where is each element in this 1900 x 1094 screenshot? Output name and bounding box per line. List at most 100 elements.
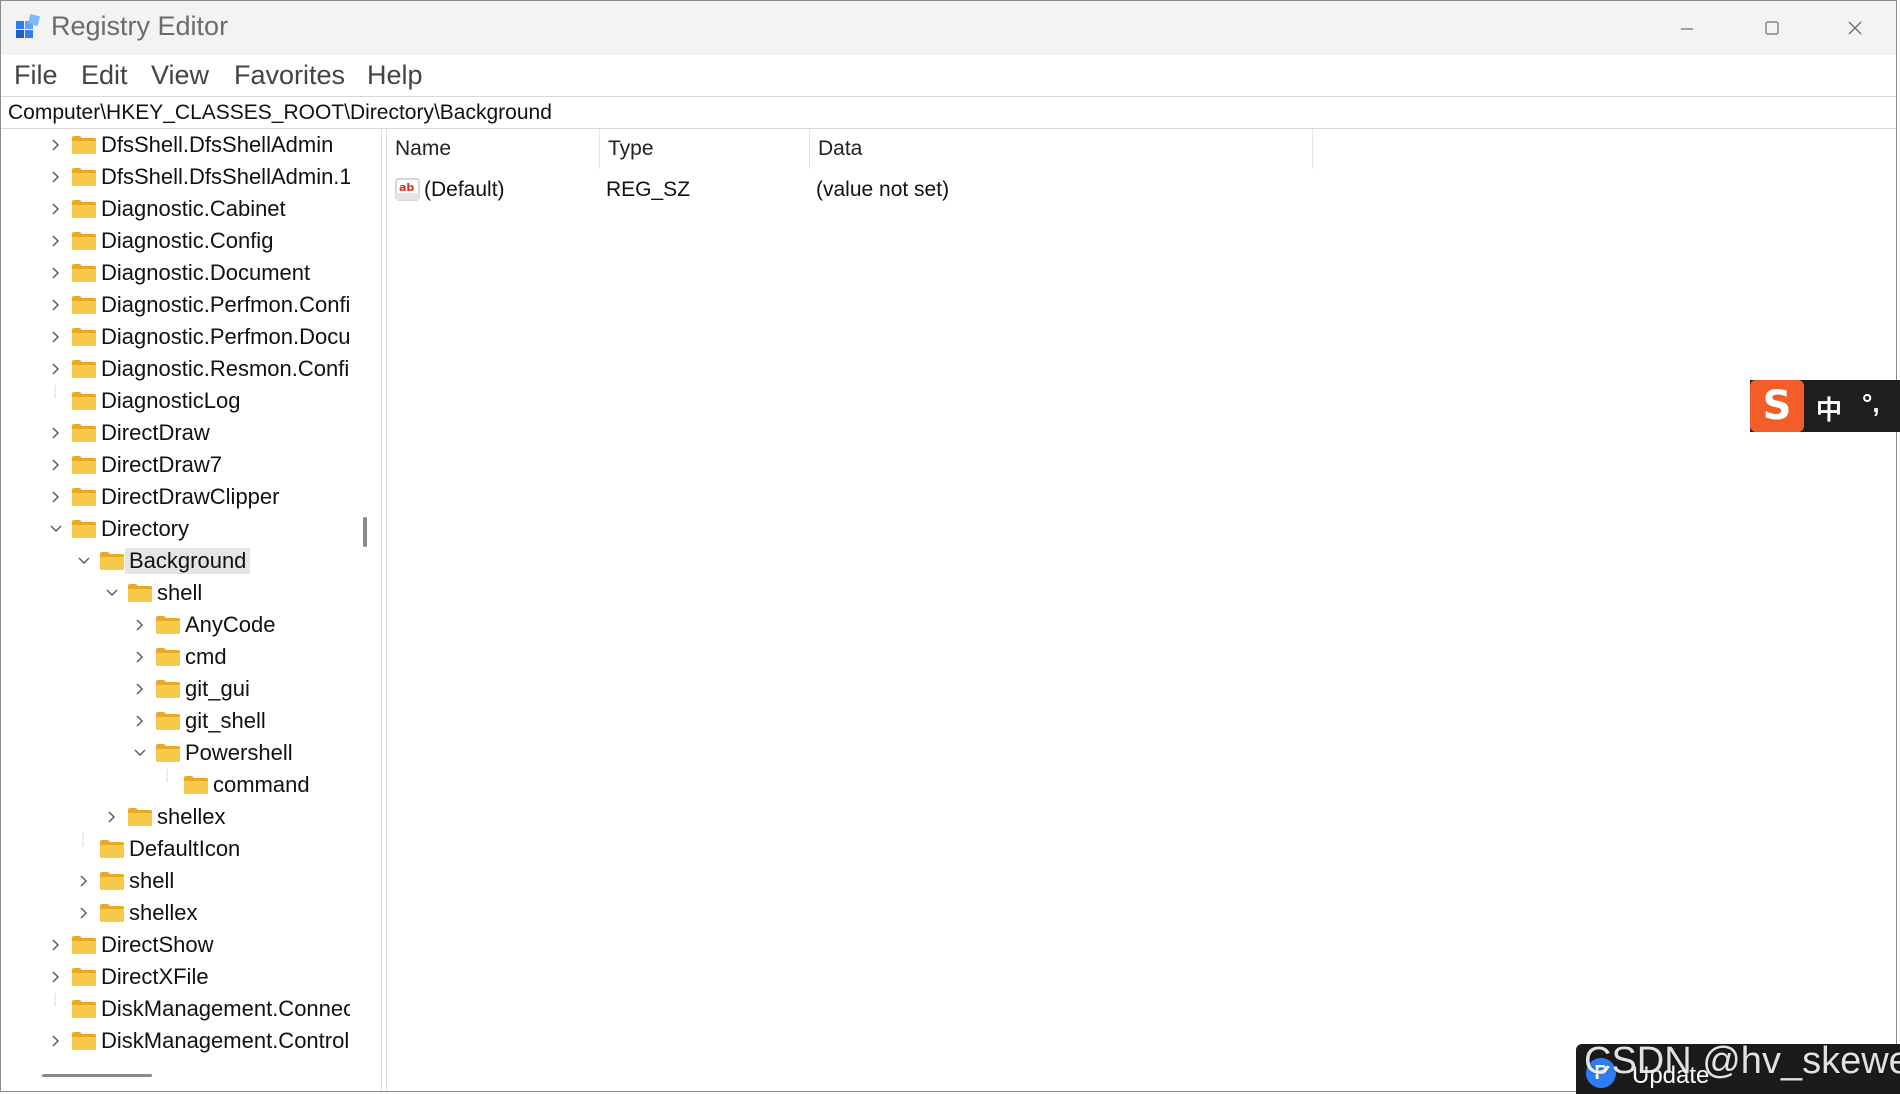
- tree-node[interactable]: Diagnostic.Resmon.Config: [2, 353, 350, 385]
- tree-node-label[interactable]: Directory: [97, 516, 193, 542]
- tree-node-label[interactable]: DiskManagement.Control: [97, 1028, 350, 1054]
- chevron-right-icon[interactable]: [49, 202, 63, 216]
- tree-node[interactable]: DirectDraw7: [2, 449, 350, 481]
- chevron-right-icon[interactable]: [49, 970, 63, 984]
- chevron-down-icon[interactable]: [133, 746, 147, 760]
- tree-node[interactable]: Background: [2, 545, 350, 577]
- tree-node[interactable]: Diagnostic.Document: [2, 257, 350, 289]
- tree-node[interactable]: git_gui: [2, 673, 350, 705]
- tree-node-label[interactable]: DfsShell.DfsShellAdmin: [97, 132, 337, 158]
- tree-node-label[interactable]: DirectDraw7: [97, 452, 226, 478]
- tree-node[interactable]: Diagnostic.Cabinet: [2, 193, 350, 225]
- chevron-right-icon[interactable]: [133, 618, 147, 632]
- tree-node-label[interactable]: Diagnostic.Cabinet: [97, 196, 290, 222]
- column-header-data[interactable]: Data: [810, 129, 1313, 169]
- tree-node-label[interactable]: Diagnostic.Perfmon.Docum: [97, 324, 350, 350]
- tree-vertical-scrollbar[interactable]: [363, 517, 367, 547]
- chevron-right-icon[interactable]: [133, 714, 147, 728]
- address-path[interactable]: Computer\HKEY_CLASSES_ROOT\Directory\Bac…: [8, 101, 552, 125]
- tree-node-label[interactable]: DirectDraw: [97, 420, 214, 446]
- tree-node[interactable]: shell: [2, 865, 350, 897]
- tree-node[interactable]: Directory: [2, 513, 350, 545]
- close-button[interactable]: [1814, 1, 1896, 55]
- chevron-right-icon[interactable]: [77, 906, 91, 920]
- chevron-right-icon[interactable]: [49, 330, 63, 344]
- tree-node[interactable]: DirectDraw: [2, 417, 350, 449]
- tree-node-label[interactable]: DiskManagement.Connect: [97, 996, 350, 1022]
- chevron-right-icon[interactable]: [49, 234, 63, 248]
- tree-node-label[interactable]: cmd: [181, 644, 231, 670]
- tree-node[interactable]: DiagnosticLog: [2, 385, 350, 417]
- ime-toolbar[interactable]: S 中 °,: [1750, 380, 1900, 432]
- maximize-button[interactable]: [1731, 1, 1813, 55]
- chevron-right-icon[interactable]: [105, 810, 119, 824]
- title-bar[interactable]: Registry Editor: [1, 1, 1896, 55]
- tree-node[interactable]: shellex: [2, 801, 350, 833]
- tree-node[interactable]: DefaultIcon: [2, 833, 350, 865]
- tree-node[interactable]: AnyCode: [2, 609, 350, 641]
- menu-help[interactable]: Help: [367, 60, 423, 91]
- column-header-type[interactable]: Type: [600, 129, 810, 169]
- tree-node-label[interactable]: git_shell: [181, 708, 270, 734]
- sogou-logo-icon[interactable]: S: [1750, 380, 1804, 432]
- chevron-right-icon[interactable]: [49, 938, 63, 952]
- tree-node-label[interactable]: DirectShow: [97, 932, 217, 958]
- tree-node-label[interactable]: shell: [125, 868, 178, 894]
- chevron-right-icon[interactable]: [49, 426, 63, 440]
- tree-node-label[interactable]: Diagnostic.Config: [97, 228, 277, 254]
- tree-node-label[interactable]: DfsShell.DfsShellAdmin.1: [97, 164, 350, 190]
- tree-node[interactable]: Diagnostic.Perfmon.Config: [2, 289, 350, 321]
- tree-node[interactable]: DiskManagement.Connect: [2, 993, 350, 1025]
- ime-mode-toggle[interactable]: 中: [1816, 390, 1842, 427]
- address-bar[interactable]: Computer\HKEY_CLASSES_ROOT\Directory\Bac…: [1, 96, 1896, 129]
- tree-node[interactable]: DiskManagement.Control: [2, 1025, 350, 1057]
- tree-node-label[interactable]: DirectDrawClipper: [97, 484, 283, 510]
- tree-node-label[interactable]: command: [209, 772, 314, 798]
- tree-node[interactable]: DfsShell.DfsShellAdmin: [2, 129, 350, 161]
- minimize-button[interactable]: [1646, 1, 1728, 55]
- tree-node[interactable]: Diagnostic.Config: [2, 225, 350, 257]
- chevron-right-icon[interactable]: [49, 170, 63, 184]
- chevron-right-icon[interactable]: [49, 266, 63, 280]
- ime-punctuation-toggle[interactable]: °,: [1862, 388, 1880, 419]
- column-header-name[interactable]: Name: [387, 129, 600, 169]
- chevron-right-icon[interactable]: [49, 490, 63, 504]
- values-list-pane[interactable]: Name Type Data ab (Default) REG_SZ (valu…: [387, 129, 1896, 1091]
- chevron-down-icon[interactable]: [49, 522, 63, 536]
- tree-node[interactable]: cmd: [2, 641, 350, 673]
- tree-node-label[interactable]: DiagnosticLog: [97, 388, 244, 414]
- tree-node-label[interactable]: Diagnostic.Resmon.Config: [97, 356, 350, 382]
- menu-file[interactable]: File: [14, 60, 58, 91]
- tree-horizontal-scrollbar[interactable]: [42, 1074, 152, 1077]
- tree-node[interactable]: DirectDrawClipper: [2, 481, 350, 513]
- tree-node-label[interactable]: Diagnostic.Perfmon.Config: [97, 292, 350, 318]
- tree-node[interactable]: Diagnostic.Perfmon.Docum: [2, 321, 350, 353]
- menu-favorites[interactable]: Favorites: [234, 60, 345, 91]
- chevron-right-icon[interactable]: [49, 138, 63, 152]
- tree-node[interactable]: command: [2, 769, 350, 801]
- tree-node-label[interactable]: shell: [153, 580, 206, 606]
- key-tree-pane[interactable]: DfsShell.DfsShellAdmin DfsShell.DfsShellA…: [2, 129, 383, 1091]
- chevron-right-icon[interactable]: [133, 650, 147, 664]
- tree-node[interactable]: DirectShow: [2, 929, 350, 961]
- tree-node[interactable]: git_shell: [2, 705, 350, 737]
- menu-view[interactable]: View: [151, 60, 209, 91]
- tree-node-label[interactable]: Background: [125, 548, 251, 574]
- tree-node[interactable]: DirectXFile: [2, 961, 350, 993]
- tree-node[interactable]: shellex: [2, 897, 350, 929]
- chevron-right-icon[interactable]: [49, 1034, 63, 1048]
- tree-node-label[interactable]: DirectXFile: [97, 964, 213, 990]
- tree-node[interactable]: Powershell: [2, 737, 350, 769]
- key-tree[interactable]: DfsShell.DfsShellAdmin DfsShell.DfsShellA…: [2, 129, 350, 1059]
- chevron-right-icon[interactable]: [49, 362, 63, 376]
- tree-node-label[interactable]: Diagnostic.Document: [97, 260, 314, 286]
- chevron-right-icon[interactable]: [133, 682, 147, 696]
- chevron-down-icon[interactable]: [105, 586, 119, 600]
- tree-node-label[interactable]: shellex: [153, 804, 229, 830]
- tree-node[interactable]: shell: [2, 577, 350, 609]
- chevron-right-icon[interactable]: [49, 298, 63, 312]
- chevron-right-icon[interactable]: [49, 458, 63, 472]
- tree-node-label[interactable]: DefaultIcon: [125, 836, 244, 862]
- menu-edit[interactable]: Edit: [81, 60, 128, 91]
- tree-node-label[interactable]: AnyCode: [181, 612, 280, 638]
